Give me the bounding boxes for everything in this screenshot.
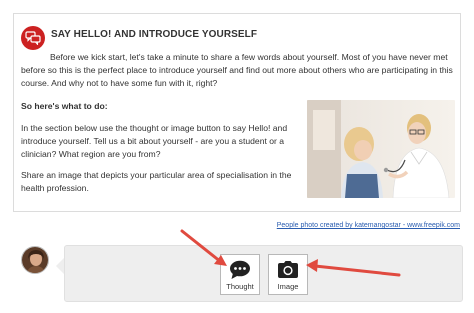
thought-button-label: Thought bbox=[226, 282, 254, 291]
composer-pointer bbox=[56, 258, 64, 274]
image-button-label: Image bbox=[277, 282, 299, 291]
chat-bubble-icon bbox=[229, 260, 251, 280]
speech-bubbles-icon bbox=[21, 26, 45, 50]
post-composer bbox=[64, 245, 463, 302]
intro-card: SAY HELLO! AND INTRODUCE YOURSELF Before… bbox=[13, 13, 461, 212]
card-title: SAY HELLO! AND INTRODUCE YOURSELF bbox=[51, 29, 258, 40]
image-button[interactable]: Image bbox=[268, 254, 308, 295]
instruction-paragraph: In the section below use the thought or … bbox=[21, 123, 288, 159]
instructions-heading: So here's what to do: bbox=[21, 101, 108, 111]
doctor-with-child-photo bbox=[307, 100, 455, 198]
camera-icon bbox=[277, 260, 299, 280]
intro-paragraph: Before we kick start, let's take a minut… bbox=[21, 52, 453, 88]
thought-button[interactable]: Thought bbox=[220, 254, 260, 295]
photo-credit-link[interactable]: People photo created by katemangostar - … bbox=[277, 222, 460, 229]
user-avatar bbox=[21, 246, 49, 274]
share-paragraph: Share an image that depicts your particu… bbox=[21, 170, 292, 193]
